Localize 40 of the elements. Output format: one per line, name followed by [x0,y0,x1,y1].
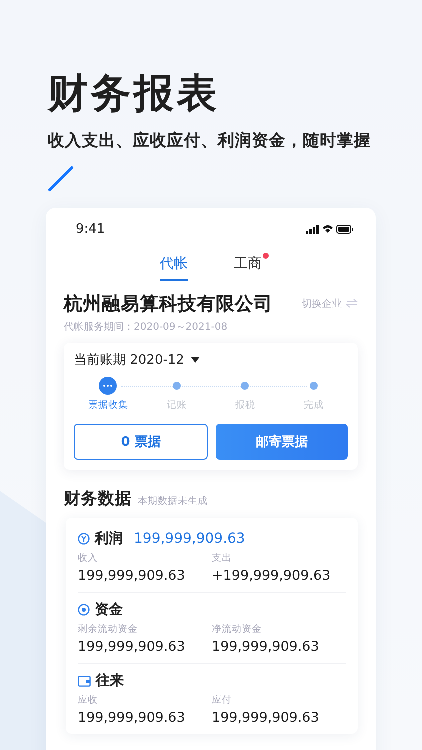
service-period: 代帐服务期间：2020-09～2021-08 [64,320,229,334]
page-title: 财务报表 [48,70,221,118]
category-title: 利润 [95,530,123,548]
metric-value: +199,999,909.63 [212,568,332,584]
section-title: 财务数据 [64,488,132,510]
coin-icon [78,533,90,545]
step-label: 完成 [304,399,324,412]
category-title: 往来 [96,672,124,690]
mail-receipts-button[interactable]: 邮寄票据 [216,424,348,460]
metric-label: 支出 [212,552,233,565]
status-time: 9:41 [76,222,106,237]
step-label: 记账 [166,399,187,412]
status-icons [306,224,354,235]
metric-value: 199,999,909.63 [212,639,320,655]
switch-company-link[interactable]: 切换企业 [302,296,358,310]
metric-value: 199,999,909.63 [212,710,320,726]
caret-icon [191,357,200,363]
metric-label: 剩余流动资金 [78,623,139,636]
wallet-icon [78,676,91,686]
metric-label: 收入 [78,552,99,565]
metric-value: 199,999,909.63 [78,568,186,584]
target-icon [78,604,90,616]
section-note: 本期数据未生成 [138,495,208,508]
metric-label: 应收 [78,694,99,707]
metric-value: 199,999,909.63 [78,710,186,726]
metric-label: 净流动资金 [212,623,263,636]
company-name: 杭州融易算科技有限公司 [64,293,273,316]
swap-icon [346,299,358,308]
category-title: 资金 [95,601,123,619]
slash-icon [48,166,74,192]
category-total: 199,999,909.63 [134,531,246,547]
step-label: 报税 [235,399,256,412]
period-selector[interactable]: 当前账期 2020-12 [74,351,348,369]
metric-label: 应付 [212,694,233,707]
tab[interactable]: 工商 [234,255,262,281]
tab[interactable]: 代帐 [160,255,188,281]
receipts-button[interactable]: 0 票据 [74,424,208,460]
metric-value: 199,999,909.63 [78,639,186,655]
step-label: 票据收集 [88,399,128,412]
page-subtitle: 收入支出、应收应付、利润资金，随时掌握 [48,130,372,152]
